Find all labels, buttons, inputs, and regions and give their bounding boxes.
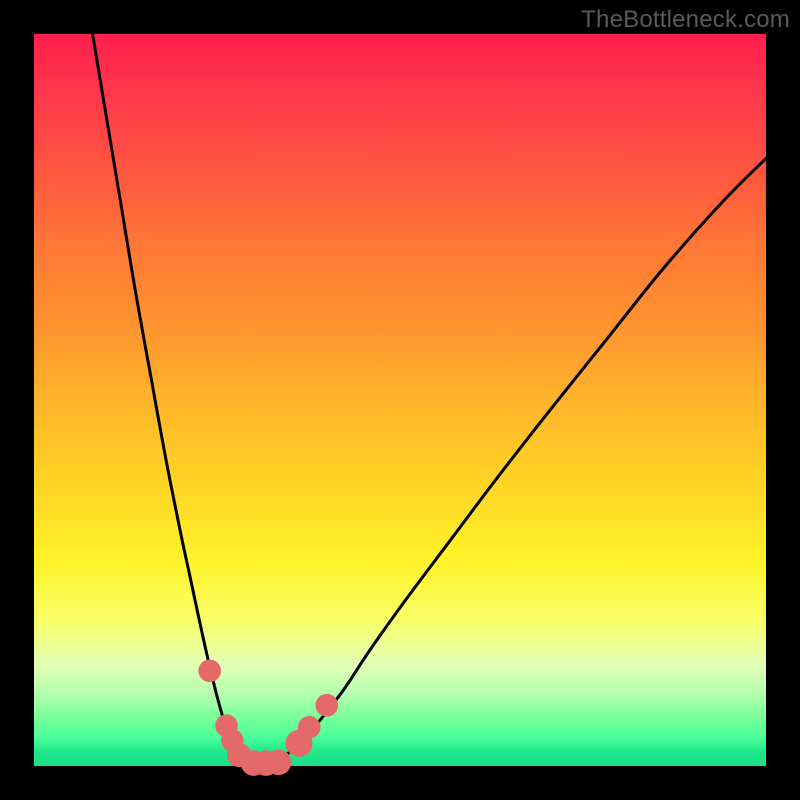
data-marker [315, 694, 338, 717]
marker-layer [198, 660, 338, 776]
chart-plot-area [34, 34, 766, 766]
data-marker [198, 660, 221, 683]
bottleneck-curve [93, 34, 766, 765]
watermark-text: TheBottleneck.com [581, 6, 790, 34]
curve-layer [93, 34, 766, 765]
data-marker [266, 750, 292, 776]
chart-svg [34, 34, 766, 766]
data-marker [298, 716, 321, 739]
